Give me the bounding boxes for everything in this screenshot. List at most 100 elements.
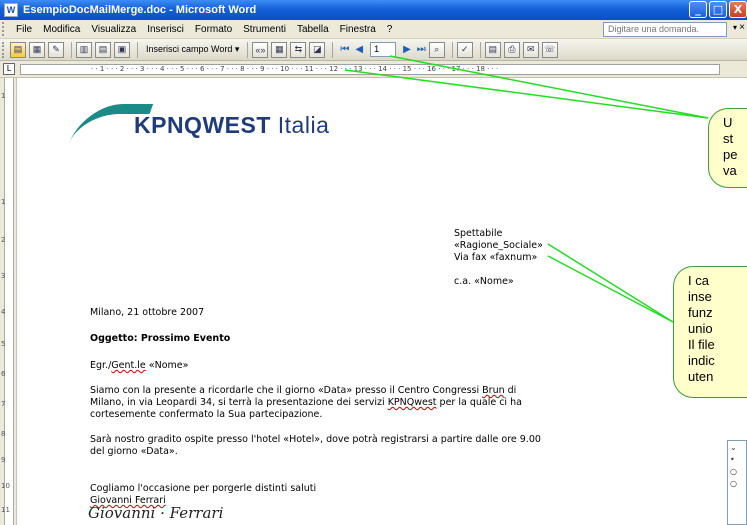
task-pane-edge[interactable]: ⌄ • ○ ○: [727, 440, 747, 525]
task-pane-radio-icon[interactable]: ○: [730, 467, 737, 476]
menu-finestra[interactable]: Finestra: [336, 24, 383, 35]
salutation-line: Egr./Gent.le «Nome»: [90, 360, 188, 372]
vruler-mark: 11: [1, 506, 10, 514]
salutation-prefix: Egr./: [90, 360, 112, 371]
vruler-mark: 6: [1, 370, 6, 378]
callout-line: I ca: [688, 273, 709, 288]
last-record-icon[interactable]: ⏭: [417, 44, 426, 55]
menu-file[interactable]: File: [12, 24, 39, 35]
body-paragraph-1-line-1: Siamo con la presente a ricordarle che i…: [90, 385, 516, 397]
main-document-setup-icon[interactable]: ▤: [10, 41, 26, 58]
callout-line: st: [723, 131, 734, 146]
spelling-flagged-word: KPNQwest: [387, 397, 437, 408]
recipient-fax[interactable]: Via fax «faxnum»: [454, 252, 537, 264]
body-paragraph-2-line-1: Sarà nostro gradito ospite presso l'hote…: [90, 434, 541, 445]
task-pane-bullet-icon: •: [730, 455, 735, 464]
propagate-labels-icon[interactable]: ◪: [309, 41, 326, 58]
find-entry-icon[interactable]: ⌕: [428, 41, 445, 58]
tab-selector-icon[interactable]: L: [3, 63, 15, 75]
horizontal-ruler[interactable]: L · · 1 · · · 2 · · · 3 · · · 4 · · · 5 …: [0, 61, 747, 78]
body-text: di: [504, 385, 517, 396]
closing-line: Cogliamo l'occasione per porgerle distin…: [90, 483, 317, 494]
close-button[interactable]: X: [729, 1, 747, 18]
vruler-mark: 2: [1, 236, 6, 244]
menu-tabella[interactable]: Tabella: [293, 24, 336, 35]
task-pane-radio-icon[interactable]: ○: [730, 479, 737, 488]
callout-line: funz: [688, 305, 713, 320]
task-pane-chevron-icon[interactable]: ⌄: [730, 443, 737, 452]
match-fields-icon[interactable]: ⇆: [290, 41, 307, 58]
open-data-source-icon[interactable]: ▦: [29, 41, 45, 58]
body-text: per la quale ci ha: [436, 397, 522, 408]
maximize-button[interactable]: □: [709, 1, 727, 18]
callout-merge-fields-note: I ca inse funz unio Il file indic uten: [673, 266, 747, 398]
vruler-mark: 7: [1, 400, 6, 408]
insert-merge-fields-icon[interactable]: ▣: [114, 41, 130, 58]
menu-grip-icon[interactable]: [2, 22, 8, 36]
callout-line: va: [723, 163, 737, 178]
menu-strumenti[interactable]: Strumenti: [239, 24, 293, 35]
insert-greeting-icon[interactable]: ▤: [95, 41, 111, 58]
body-paragraph-1-line-2: Milano, in via Leopardi 34, si terrà la …: [90, 397, 522, 409]
handwritten-signature: Giovanni · Ferrari: [88, 504, 224, 522]
recipient-attention[interactable]: c.a. «Nome»: [454, 276, 514, 288]
body-paragraph-1-line-3: cortesemente confermato la Sua partecipa…: [90, 409, 323, 420]
date-line: Milano, 21 ottobre 2007: [90, 307, 205, 318]
callout-line: inse: [688, 289, 712, 304]
callout-toolbar-note: U st pe va: [708, 108, 747, 188]
mail-merge-toolbar: ▤ ▦ ✎ ▥ ▤ ▣ Inserisci campo Word ▾ «» ▦ …: [0, 39, 747, 61]
toolbar-separator: [137, 41, 138, 58]
menu-visualizza[interactable]: Visualizza: [87, 24, 143, 35]
merge-to-fax-icon[interactable]: ☏: [541, 41, 558, 58]
merge-to-email-icon[interactable]: ✉: [522, 41, 539, 58]
merge-to-printer-icon[interactable]: ⎙: [503, 41, 520, 58]
document-page[interactable]: KPNQWEST Italia Spettabile «Ragione_Soci…: [18, 78, 718, 525]
previous-record-icon[interactable]: ◀: [355, 44, 363, 55]
body-text: Siamo con la presente a ricordarle che i…: [90, 385, 483, 396]
body-paragraph-2-line-2: del giorno «Data».: [90, 446, 178, 457]
ruler-scale: · · 1 · · · 2 · · · 3 · · · 4 · · · 5 · …: [20, 64, 720, 75]
minimize-button[interactable]: _: [689, 1, 707, 18]
menu-help[interactable]: ?: [383, 24, 400, 35]
callout-line: pe: [723, 147, 738, 162]
word-app-icon[interactable]: W: [4, 3, 18, 17]
toolbar-separator: [247, 41, 249, 58]
first-record-icon[interactable]: ⏮: [340, 44, 349, 55]
logo-text: KPNQWEST Italia: [134, 112, 329, 139]
highlight-fields-icon[interactable]: ▦: [271, 41, 288, 58]
help-dropdown-icon[interactable]: ▾: [733, 23, 737, 32]
vruler-mark: 1: [1, 92, 6, 100]
menu-formato[interactable]: Formato: [191, 24, 239, 35]
close-document-icon[interactable]: ×: [739, 22, 745, 33]
company-logo: KPNQWEST Italia: [68, 98, 376, 148]
toolbar-separator: [451, 41, 453, 58]
vertical-ruler[interactable]: 1 1 2 3 4 5 6 7 8 9 10 11: [0, 78, 17, 525]
menu-bar: File Modifica Visualizza Inserisci Forma…: [0, 20, 747, 39]
callout-line: unio: [688, 321, 713, 336]
menu-modifica[interactable]: Modifica: [39, 24, 87, 35]
toolbar-separator: [71, 41, 72, 58]
logo-sub: Italia: [270, 112, 330, 138]
body-text: Milano, in via Leopardi 34, si terrà la …: [90, 397, 388, 408]
recipients-icon[interactable]: ✎: [48, 41, 64, 58]
insert-word-field-dropdown[interactable]: Inserisci campo Word ▾: [142, 44, 243, 55]
view-merged-data-icon[interactable]: «»: [252, 41, 269, 58]
merge-to-new-document-icon[interactable]: ▤: [484, 41, 501, 58]
toolbar-grip-icon[interactable]: [2, 41, 7, 58]
vruler-mark: 8: [1, 430, 6, 438]
toolbar-separator: [479, 41, 481, 58]
spelling-flagged-word: Gent.le: [111, 360, 146, 371]
merge-field-ragione-sociale[interactable]: «Ragione_Sociale»: [454, 240, 543, 252]
insert-address-block-icon[interactable]: ▥: [76, 41, 92, 58]
record-number-field[interactable]: 1: [370, 42, 397, 57]
toolbar-separator: [332, 41, 334, 58]
menu-inserisci[interactable]: Inserisci: [143, 24, 191, 35]
next-record-icon[interactable]: ▶: [403, 44, 411, 55]
window-title: EsempioDocMailMerge.doc - Microsoft Word: [23, 4, 257, 16]
window-controls: _ □ X: [689, 1, 747, 18]
callout-line: indic: [688, 353, 715, 368]
callout-line: uten: [688, 369, 714, 384]
check-errors-icon[interactable]: ✓: [456, 41, 473, 58]
vruler-mark: 1: [1, 198, 6, 206]
help-question-input[interactable]: Digitare una domanda.: [603, 22, 727, 37]
